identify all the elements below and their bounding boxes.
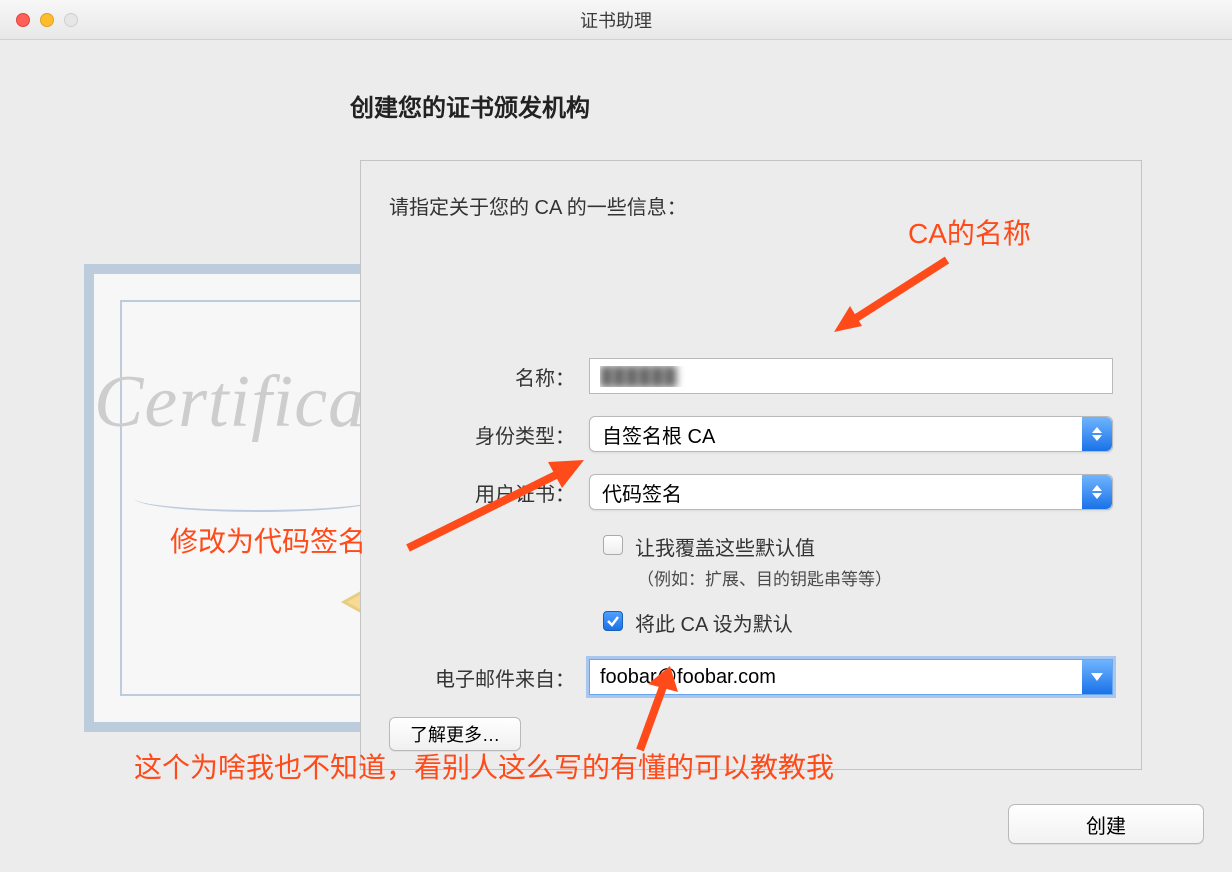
email-combobox[interactable] <box>589 659 1113 695</box>
email-label: 电子邮件来自： <box>389 663 589 692</box>
override-defaults-checkbox[interactable] <box>603 535 623 555</box>
override-defaults-label: 让我覆盖这些默认值 <box>635 532 892 561</box>
identity-type-label: 身份类型： <box>389 420 589 449</box>
override-defaults-hint: （例如：扩展、目的钥匙串等等） <box>637 565 892 590</box>
chevron-updown-icon <box>1082 417 1112 451</box>
default-ca-label: 将此 CA 设为默认 <box>635 608 793 637</box>
ca-name-label: 名称： <box>389 362 589 391</box>
chevron-updown-icon <box>1082 475 1112 509</box>
ca-name-input[interactable] <box>589 358 1113 394</box>
titlebar: 证书助理 <box>0 0 1232 40</box>
form-panel: 请指定关于您的 CA 的一些信息： 名称： 身份类型： 自签名根 CA <box>360 160 1142 770</box>
identity-type-value: 自签名根 CA <box>602 420 715 449</box>
panel-subtitle: 请指定关于您的 CA 的一些信息： <box>389 191 1113 220</box>
default-ca-checkbox[interactable] <box>603 611 623 631</box>
user-cert-label: 用户证书： <box>389 478 589 507</box>
learn-more-button[interactable]: 了解更多… <box>389 717 521 751</box>
user-cert-value: 代码签名 <box>602 478 682 507</box>
window-title: 证书助理 <box>0 7 1232 33</box>
override-defaults-row: 让我覆盖这些默认值 （例如：扩展、目的钥匙串等等） <box>603 532 1113 590</box>
default-ca-row: 将此 CA 设为默认 <box>603 608 1113 637</box>
email-input[interactable] <box>590 660 1082 694</box>
user-cert-row: 用户证书： 代码签名 <box>389 474 1113 510</box>
certificate-assistant-window: 证书助理 Certificate 创建您的证书颁发机构 请指定关于您的 CA 的… <box>0 0 1232 872</box>
create-button-label: 创建 <box>1086 810 1126 839</box>
page-title: 创建您的证书颁发机构 <box>350 88 590 123</box>
create-button[interactable]: 创建 <box>1008 804 1204 844</box>
learn-more-label: 了解更多… <box>410 721 500 747</box>
email-row: 电子邮件来自： <box>389 659 1113 695</box>
user-cert-select[interactable]: 代码签名 <box>589 474 1113 510</box>
identity-type-row: 身份类型： 自签名根 CA <box>389 416 1113 452</box>
identity-type-select[interactable]: 自签名根 CA <box>589 416 1113 452</box>
content-area: Certificate 创建您的证书颁发机构 请指定关于您的 CA 的一些信息：… <box>0 40 1232 872</box>
chevron-down-icon <box>1082 660 1112 694</box>
ca-name-row: 名称： <box>389 358 1113 394</box>
